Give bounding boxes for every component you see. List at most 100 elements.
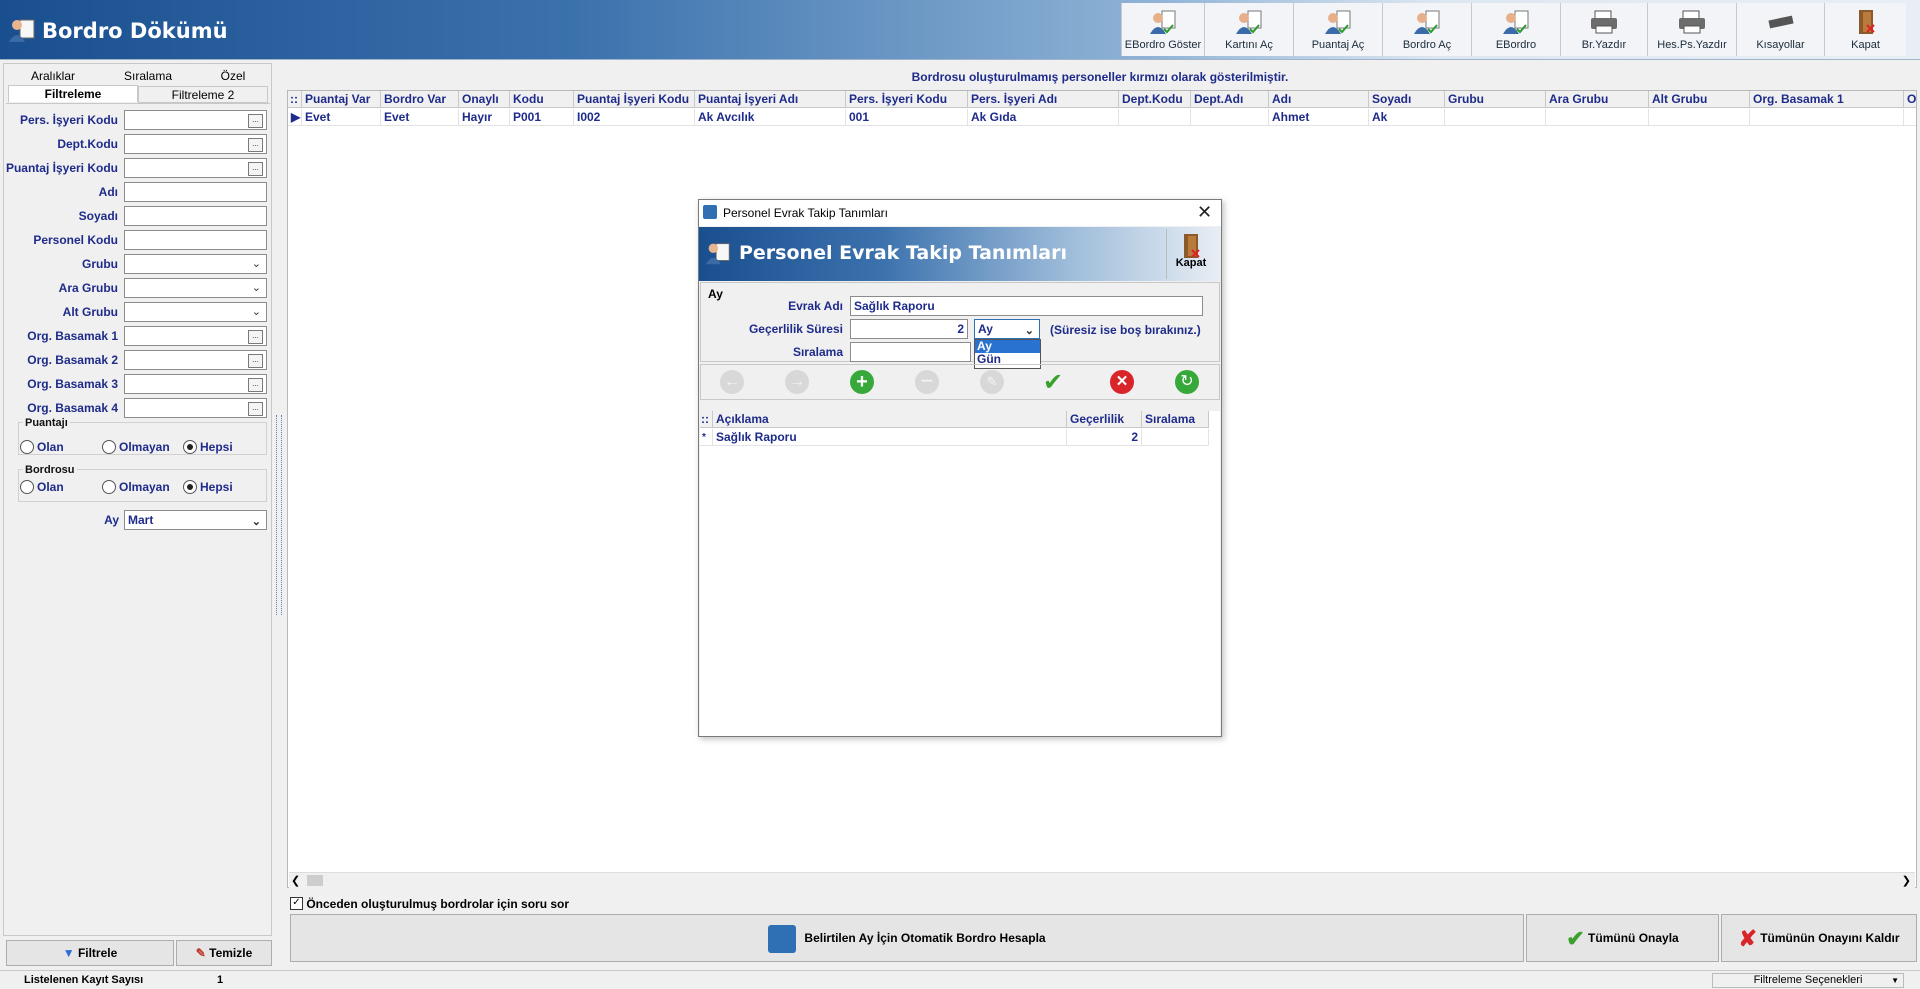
column-header[interactable]: Bordro Var xyxy=(381,91,459,108)
column-header[interactable]: Org xyxy=(1904,91,1916,108)
toolbar-button-ebordro[interactable]: EBordro xyxy=(1471,3,1560,56)
table-cell[interactable] xyxy=(1904,109,1916,126)
toolbar-button-ebordro-g-ster[interactable]: EBordro Göster xyxy=(1121,3,1204,56)
column-header[interactable]: Pers. İşyeri Kodu xyxy=(846,91,968,108)
ask-checkbox[interactable]: ✓ Önceden oluşturulmuş bordrolar için so… xyxy=(290,896,569,911)
column-header[interactable]: Puantaj Var xyxy=(302,91,381,108)
toolbar-button-puantaj-a-[interactable]: Puantaj Aç xyxy=(1293,3,1382,56)
tab-filtreleme-2[interactable]: Filtreleme 2 xyxy=(138,86,268,103)
cell-siralama[interactable] xyxy=(1142,429,1209,446)
edit-icon[interactable]: ✎ xyxy=(980,370,1004,394)
table-cell[interactable] xyxy=(1445,109,1546,126)
ay-select[interactable]: Mart ⌄ xyxy=(124,510,267,530)
table-cell[interactable]: Ak xyxy=(1369,109,1445,126)
column-header[interactable]: Org. Basamak 1 xyxy=(1750,91,1904,108)
save-check-icon[interactable]: ✔ xyxy=(1043,368,1063,397)
column-header[interactable]: Soyadı xyxy=(1369,91,1445,108)
table-cell[interactable]: P001 xyxy=(510,109,574,126)
field-input-grubu[interactable]: ⌄ xyxy=(124,254,267,274)
cell-gecerlilik[interactable]: 2 xyxy=(1067,429,1142,446)
ellipsis-icon[interactable]: ... xyxy=(248,138,263,152)
field-input-pers-i-yeri-kodu[interactable]: ... xyxy=(124,110,267,130)
evrak-adi-input[interactable]: Sağlık Raporu xyxy=(850,296,1203,316)
toolbar-button-kart-n-a-[interactable]: Kartını Aç xyxy=(1204,3,1293,56)
tab-araliklar[interactable]: Aralıklar xyxy=(8,68,98,85)
column-header[interactable]: Dept.Adı xyxy=(1191,91,1269,108)
scroll-right-icon[interactable]: ❯ xyxy=(1902,874,1911,887)
siralama-input[interactable] xyxy=(850,342,971,362)
tab-filtreleme[interactable]: Filtreleme xyxy=(8,85,138,102)
filter-options-dropdown[interactable]: Filtreleme Seçenekleri ▼ xyxy=(1712,973,1904,988)
column-header[interactable]: Ara Grubu xyxy=(1546,91,1649,108)
gecerlilik-input[interactable]: 2 xyxy=(850,319,968,339)
table-cell[interactable]: Ahmet xyxy=(1269,109,1369,126)
radio-puantaj-hepsi[interactable]: Hepsi xyxy=(183,439,233,454)
column-header[interactable]: Grubu xyxy=(1445,91,1546,108)
toolbar-button-bordro-a-[interactable]: Bordro Aç xyxy=(1382,3,1471,56)
ellipsis-icon[interactable]: ... xyxy=(248,162,263,176)
approve-all-button[interactable]: ✔ Tümünü Onayla xyxy=(1526,914,1719,962)
auto-payroll-button[interactable]: Belirtilen Ay İçin Otomatik Bordro Hesap… xyxy=(290,914,1524,962)
scroll-left-icon[interactable]: ❮ xyxy=(291,874,300,887)
table-cell[interactable]: Ak Gıda xyxy=(968,109,1119,126)
splitter-handle[interactable] xyxy=(276,415,282,615)
tab-siralama[interactable]: Sıralama xyxy=(98,68,198,85)
table-cell[interactable]: Ak Avcılık xyxy=(695,109,846,126)
field-input-personel-kodu[interactable] xyxy=(124,230,267,250)
horizontal-scrollbar[interactable]: ❮ ❯ xyxy=(289,872,1915,888)
refresh-icon[interactable]: ↻ xyxy=(1175,370,1199,394)
col-aciklama[interactable]: Açıklama xyxy=(713,411,1067,428)
unit-select[interactable]: Ay ⌄ xyxy=(974,319,1040,339)
ellipsis-icon[interactable]: ... xyxy=(248,402,263,416)
radio-bordro-olmayan[interactable]: Olmayan xyxy=(102,479,170,494)
ellipsis-icon[interactable]: ... xyxy=(248,114,263,128)
table-cell[interactable] xyxy=(1191,109,1269,126)
table-cell[interactable]: Evet xyxy=(302,109,381,126)
field-input-ara-grubu[interactable]: ⌄ xyxy=(124,278,267,298)
close-icon[interactable]: ✕ xyxy=(1197,202,1212,223)
table-cell[interactable]: 001 xyxy=(846,109,968,126)
prev-icon[interactable]: ← xyxy=(720,370,744,394)
tab-ozel[interactable]: Özel xyxy=(198,68,268,85)
ellipsis-icon[interactable]: ... xyxy=(248,354,263,368)
column-header[interactable]: Dept.Kodu xyxy=(1119,91,1191,108)
radio-puantaj-olan[interactable]: Olan xyxy=(20,439,64,454)
dialog-close-button[interactable]: Kapat xyxy=(1166,229,1215,279)
ellipsis-icon[interactable]: ... xyxy=(248,378,263,392)
clear-button[interactable]: ✎ Temizle xyxy=(176,940,272,966)
toolbar-button-kapat[interactable]: Kapat xyxy=(1824,3,1906,56)
field-input-org-basamak-3[interactable]: ... xyxy=(124,374,267,394)
table-cell[interactable] xyxy=(1649,109,1750,126)
filter-button[interactable]: ▼ Filtrele xyxy=(6,940,174,966)
field-input-puantaj-i-yeri-kodu[interactable]: ... xyxy=(124,158,267,178)
field-input-org-basamak-2[interactable]: ... xyxy=(124,350,267,370)
column-header[interactable]: Kodu xyxy=(510,91,574,108)
column-header[interactable]: Pers. İşyeri Adı xyxy=(968,91,1119,108)
table-cell[interactable]: Hayır xyxy=(459,109,510,126)
field-input-org-basamak-1[interactable]: ... xyxy=(124,326,267,346)
table-cell[interactable] xyxy=(1750,109,1904,126)
unapprove-all-button[interactable]: ✘ Tümünün Onayını Kaldır xyxy=(1721,914,1917,962)
col-siralama[interactable]: Sıralama xyxy=(1142,411,1209,428)
cancel-icon[interactable]: ✕ xyxy=(1110,370,1134,394)
column-header[interactable]: Puantaj İşyeri Adı xyxy=(695,91,846,108)
field-input-soyad-[interactable] xyxy=(124,206,267,226)
table-cell[interactable]: I002 xyxy=(574,109,695,126)
field-input-org-basamak-4[interactable]: ... xyxy=(124,398,267,418)
table-cell[interactable] xyxy=(1546,109,1649,126)
toolbar-button-hes-ps-yazd-r[interactable]: Hes.Ps.Yazdır xyxy=(1647,3,1736,56)
scroll-thumb[interactable] xyxy=(307,875,323,886)
column-header[interactable]: Alt Grubu xyxy=(1649,91,1750,108)
field-input-ad-[interactable] xyxy=(124,182,267,202)
radio-bordro-hepsi[interactable]: Hepsi xyxy=(183,479,233,494)
column-header[interactable]: Puantaj İşyeri Kodu xyxy=(574,91,695,108)
next-icon[interactable]: → xyxy=(785,370,809,394)
column-header[interactable]: Onaylı xyxy=(459,91,510,108)
table-cell[interactable]: Evet xyxy=(381,109,459,126)
radio-puantaj-olmayan[interactable]: Olmayan xyxy=(102,439,170,454)
ellipsis-icon[interactable]: ... xyxy=(248,330,263,344)
column-header[interactable]: Adı xyxy=(1269,91,1369,108)
toolbar-button-k-sayollar[interactable]: Kısayollar xyxy=(1736,3,1824,56)
add-icon[interactable]: + xyxy=(850,370,874,394)
cell-aciklama[interactable]: Sağlık Raporu xyxy=(713,429,1067,446)
